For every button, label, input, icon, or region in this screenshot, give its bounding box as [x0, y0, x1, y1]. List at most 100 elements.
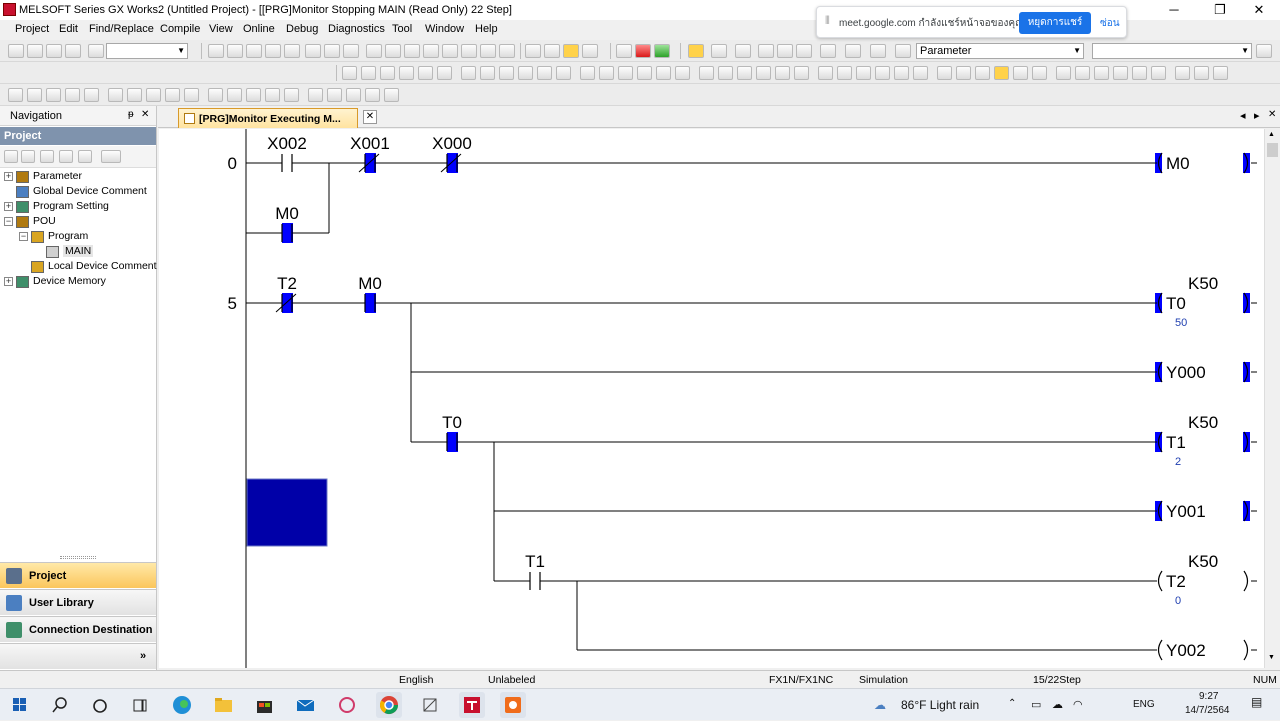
navigation-window-icon[interactable]	[688, 44, 704, 58]
ladder-tool-icon[interactable]	[127, 88, 142, 102]
ladder-tool-icon[interactable]	[65, 88, 80, 102]
ladder-tool-icon[interactable]	[384, 88, 399, 102]
ladder-tool-icon[interactable]	[1151, 66, 1166, 80]
copy-icon[interactable]	[227, 44, 243, 58]
close-icon[interactable]: ✕	[141, 109, 149, 120]
tree-item-pou[interactable]: POU	[33, 215, 56, 227]
ladder-tool-icon[interactable]	[1194, 66, 1209, 80]
ladder-tool-icon[interactable]	[308, 88, 323, 102]
menu-diagnostics[interactable]: Diagnostics	[328, 23, 385, 35]
store-icon[interactable]	[251, 692, 277, 718]
tree-item-local-device-comment[interactable]: Local Device Comment	[48, 260, 157, 272]
tree-expander-icon[interactable]: −	[4, 217, 13, 226]
ladder-tool-icon[interactable]	[537, 66, 552, 80]
ladder-tool-icon[interactable]	[618, 66, 633, 80]
ladder-tool-icon[interactable]	[342, 66, 357, 80]
ladder-tool-icon[interactable]	[718, 66, 733, 80]
monitor-stop-icon[interactable]	[442, 44, 458, 58]
help-circle-icon[interactable]	[870, 44, 886, 58]
ladder-tool-icon[interactable]	[1075, 66, 1090, 80]
ladder-tool-icon[interactable]	[365, 88, 380, 102]
find-instruction-icon[interactable]	[324, 44, 340, 58]
nav-button-connection-destination[interactable]: Connection Destination	[0, 616, 156, 642]
chrome-icon[interactable]	[376, 692, 402, 718]
clock-date[interactable]: 14/7/2564	[1185, 705, 1230, 716]
ladder-tool-icon[interactable]	[346, 88, 361, 102]
monitor-start-icon[interactable]	[423, 44, 439, 58]
tab-scroll-left-icon[interactable]: ◂	[1240, 109, 1246, 122]
menu-edit[interactable]: Edit	[59, 23, 78, 35]
mail-icon[interactable]	[292, 692, 318, 718]
device-list-icon[interactable]	[758, 44, 774, 58]
watch-icon[interactable]	[777, 44, 793, 58]
ladder-tool-icon[interactable]	[399, 66, 414, 80]
ladder-tool-icon[interactable]	[380, 66, 395, 80]
ladder-tool-icon[interactable]	[994, 66, 1009, 80]
ladder-tool-icon[interactable]	[461, 66, 476, 80]
ladder-tool-icon[interactable]	[756, 66, 771, 80]
save-project-icon[interactable]	[46, 44, 62, 58]
ladder-tool-icon[interactable]	[1175, 66, 1190, 80]
nav-button-project[interactable]: Project	[0, 562, 156, 588]
ladder-tool-icon[interactable]	[580, 66, 595, 80]
ladder-tool-icon[interactable]	[27, 88, 42, 102]
parameter-combo[interactable]: Parameter ▼	[916, 43, 1084, 59]
ladder-tool-icon[interactable]	[837, 66, 852, 80]
tree-item-global-device-comment[interactable]: Global Device Comment	[33, 185, 147, 197]
task-view-icon[interactable]	[127, 692, 153, 718]
ladder-tool-icon[interactable]	[437, 66, 452, 80]
dev-monitor-icon[interactable]	[461, 44, 477, 58]
menu-window[interactable]: Window	[425, 23, 464, 35]
ladder-tool-icon[interactable]	[856, 66, 871, 80]
property-icon[interactable]	[59, 150, 73, 163]
tree-expander-icon[interactable]: +	[4, 202, 13, 211]
tree-expander-icon[interactable]: +	[4, 172, 13, 181]
ladder-tool-icon[interactable]	[108, 88, 123, 102]
vertical-scrollbar[interactable]: ▲ ▼	[1264, 129, 1280, 668]
batch-monitor-icon[interactable]	[499, 44, 515, 58]
verify-plc-icon[interactable]	[404, 44, 420, 58]
ladder-tool-icon[interactable]	[84, 88, 99, 102]
network-icon[interactable]: ▭	[1031, 698, 1041, 711]
nav-button-user-library[interactable]: User Library	[0, 589, 156, 615]
hide-banner-link[interactable]: ซ่อน	[1100, 16, 1120, 31]
open-data-icon[interactable]	[21, 150, 35, 163]
ladder-tool-icon[interactable]	[361, 66, 376, 80]
redo-icon[interactable]	[284, 44, 300, 58]
binoculars-icon[interactable]	[895, 44, 911, 58]
ladder-tool-icon[interactable]	[1056, 66, 1071, 80]
menu-online[interactable]: Online	[243, 23, 275, 35]
ladder-tool-icon[interactable]	[165, 88, 180, 102]
output-window-icon[interactable]	[735, 44, 751, 58]
close-button[interactable]: ✕	[1236, 0, 1280, 20]
ladder-tool-icon[interactable]	[637, 66, 652, 80]
hourglass-icon[interactable]	[582, 44, 598, 58]
scroll-down-icon[interactable]: ▼	[1268, 654, 1275, 661]
ladder-tool-icon[interactable]	[675, 66, 690, 80]
ladder-tool-icon[interactable]	[208, 88, 223, 102]
minimize-button[interactable]: ─	[1151, 0, 1197, 20]
file-explorer-icon[interactable]	[210, 692, 236, 718]
simulation-start-icon[interactable]	[525, 44, 541, 58]
ladder-tool-icon[interactable]	[794, 66, 809, 80]
scroll-up-icon[interactable]: ▲	[1268, 131, 1275, 138]
cortana-icon[interactable]	[87, 692, 113, 718]
ladder-tool-icon[interactable]	[8, 88, 23, 102]
ladder-tool-icon[interactable]	[956, 66, 971, 80]
windows-start-icon[interactable]	[7, 692, 33, 718]
ladder-cursor[interactable]	[246, 478, 328, 547]
weather-icon[interactable]: ☁	[874, 698, 886, 712]
menu-help[interactable]: Help	[475, 23, 498, 35]
notification-icon[interactable]: ▤	[1251, 695, 1262, 709]
ladder-tool-icon[interactable]	[227, 88, 242, 102]
ladder-diagram[interactable]: 05X002 X001 X000M0T2 M0T0T1M0T0K5050Y000T1K…	[159, 129, 1264, 668]
ladder-tool-icon[interactable]	[1013, 66, 1028, 80]
ladder-tool-icon[interactable]	[284, 88, 299, 102]
tab-main-monitor[interactable]: [PRG]Monitor Executing M... ✕	[178, 108, 377, 128]
menu-project[interactable]: Project	[15, 23, 49, 35]
ladder-tool-icon[interactable]	[599, 66, 614, 80]
read-from-plc-icon[interactable]	[366, 44, 382, 58]
ladder-tool-icon[interactable]	[913, 66, 928, 80]
ladder-tool-icon[interactable]	[1094, 66, 1109, 80]
ladder-tool-icon[interactable]	[656, 66, 671, 80]
